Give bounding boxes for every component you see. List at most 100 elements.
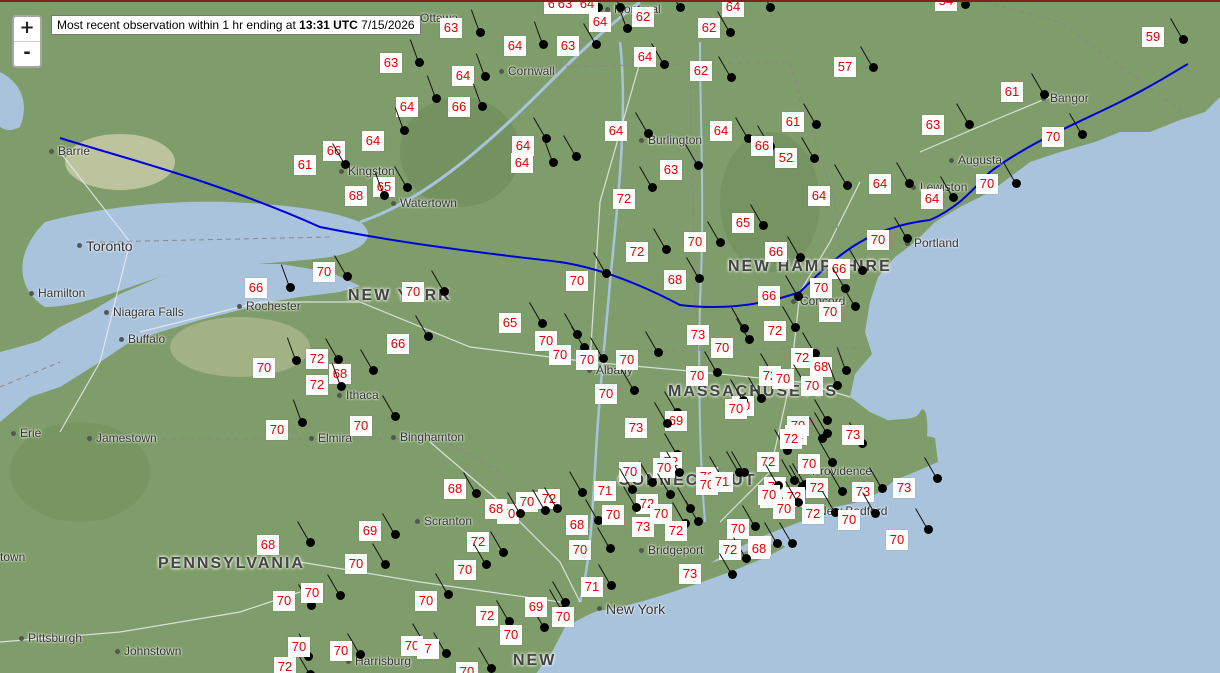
temperature-label: 52 <box>775 148 797 168</box>
station-dot <box>542 134 551 143</box>
temperature-label: 63 <box>554 2 576 14</box>
station-dot <box>666 490 675 499</box>
place-label: Burlington <box>638 133 703 147</box>
station-dot <box>482 560 491 569</box>
station-dot <box>694 517 703 526</box>
temperature-label: 70 <box>350 416 372 436</box>
temperature-label: 70 <box>500 625 522 645</box>
temperature-label: 68 <box>748 539 770 559</box>
place-label: Bridgeport <box>638 543 704 557</box>
temperature-label: 64 <box>808 186 830 206</box>
banner-time: 13:31 UTC <box>299 18 358 32</box>
temperature-label: 70 <box>253 358 275 378</box>
temperature-label: 62 <box>690 61 712 81</box>
station-dot <box>478 102 487 111</box>
station-dot <box>663 419 672 428</box>
temperature-label: 72 <box>467 532 489 552</box>
temperature-label: 70 <box>602 505 624 525</box>
place-label: Barrie <box>48 144 91 158</box>
temperature-label: 64 <box>589 12 611 32</box>
temperature-label: 72 <box>274 657 296 673</box>
zoom-in-button[interactable]: + <box>14 17 40 41</box>
temperature-label: 70 <box>976 174 998 194</box>
place-label: Elmira <box>308 431 353 445</box>
station-dot <box>838 487 847 496</box>
temperature-label: 57 <box>834 57 856 77</box>
temperature-label: 66 <box>758 286 780 306</box>
temperature-label: 66 <box>751 136 773 156</box>
temperature-label: 70 <box>772 369 794 389</box>
station-dot <box>905 179 914 188</box>
station-dot <box>628 485 637 494</box>
temperature-label: 70 <box>616 350 638 370</box>
temperature-label: 63 <box>440 18 462 38</box>
temperature-label: 54 <box>935 2 957 11</box>
temperature-label: 70 <box>838 510 860 530</box>
place-label: Niagara Falls <box>104 305 184 319</box>
station-dot <box>630 386 639 395</box>
place-label: Kingston <box>339 164 395 178</box>
temperature-label: 70 <box>684 232 706 252</box>
place-label: Augusta <box>948 153 1003 167</box>
temperature-label: 66 <box>387 334 409 354</box>
station-dot <box>794 498 803 507</box>
station-dot <box>949 193 958 202</box>
station-dot <box>391 412 400 421</box>
temperature-label: 68 <box>566 515 588 535</box>
station-dot <box>476 28 485 37</box>
station-dot <box>499 548 508 557</box>
state-label: PENNSYLVANIA <box>158 555 305 572</box>
temperature-label: 70 <box>819 302 841 322</box>
temperature-label: 70 <box>798 454 820 474</box>
temperature-label: 70 <box>330 641 352 661</box>
temperature-label: 70 <box>549 345 571 365</box>
station-dot <box>415 58 424 67</box>
station-dot <box>538 319 547 328</box>
temperature-label: 62 <box>632 7 654 27</box>
temperature-label: 70 <box>454 560 476 580</box>
temperature-label: 64 <box>396 97 418 117</box>
station-dot <box>541 506 550 515</box>
station-dot <box>644 129 653 138</box>
station-dot <box>632 503 641 512</box>
station-dot <box>549 158 558 167</box>
temperature-label: 64 <box>869 174 891 194</box>
temperature-label: 70 <box>415 591 437 611</box>
temperature-label: 70 <box>595 384 617 404</box>
map-view[interactable]: NEW YORK NEW HAMPSHIRE MASSACHUSETTS CONNEC… <box>0 0 1220 673</box>
station-dot <box>572 152 581 161</box>
temperature-label: 63 <box>557 36 579 56</box>
station-dot <box>676 3 685 12</box>
station-dot <box>833 381 842 390</box>
place-label: Toronto <box>77 238 133 254</box>
station-dot <box>858 266 867 275</box>
temperature-label: 70 <box>1042 127 1064 147</box>
station-dot <box>716 238 725 247</box>
zoom-out-button[interactable]: - <box>14 41 40 66</box>
temperature-label: 72 <box>665 521 687 541</box>
place-label: New York <box>596 601 666 617</box>
place-label: Ithaca <box>337 388 379 402</box>
banner-date: 7/15/2026 <box>357 18 415 32</box>
station-dot <box>871 509 880 518</box>
temperature-label: 7 <box>417 639 439 659</box>
temperature-label: 73 <box>893 478 915 498</box>
station-dot <box>400 126 409 135</box>
station-dot <box>694 161 703 170</box>
station-dot <box>759 221 768 230</box>
station-dot <box>648 183 657 192</box>
place-label: Jamestown <box>87 431 157 445</box>
station-dot <box>539 40 548 49</box>
temperature-label: 61 <box>1001 82 1023 102</box>
temperature-label: 72 <box>764 321 786 341</box>
station-dot <box>662 245 671 254</box>
station-dot <box>796 253 805 262</box>
temperature-label: 71 <box>581 577 603 597</box>
station-dot <box>961 2 970 9</box>
temperature-label: 62 <box>698 18 720 38</box>
temperature-label: 69 <box>525 597 547 617</box>
temperature-label: 70 <box>886 530 908 550</box>
station-dot <box>695 274 704 283</box>
station-dot <box>472 489 481 498</box>
station-dot <box>924 525 933 534</box>
